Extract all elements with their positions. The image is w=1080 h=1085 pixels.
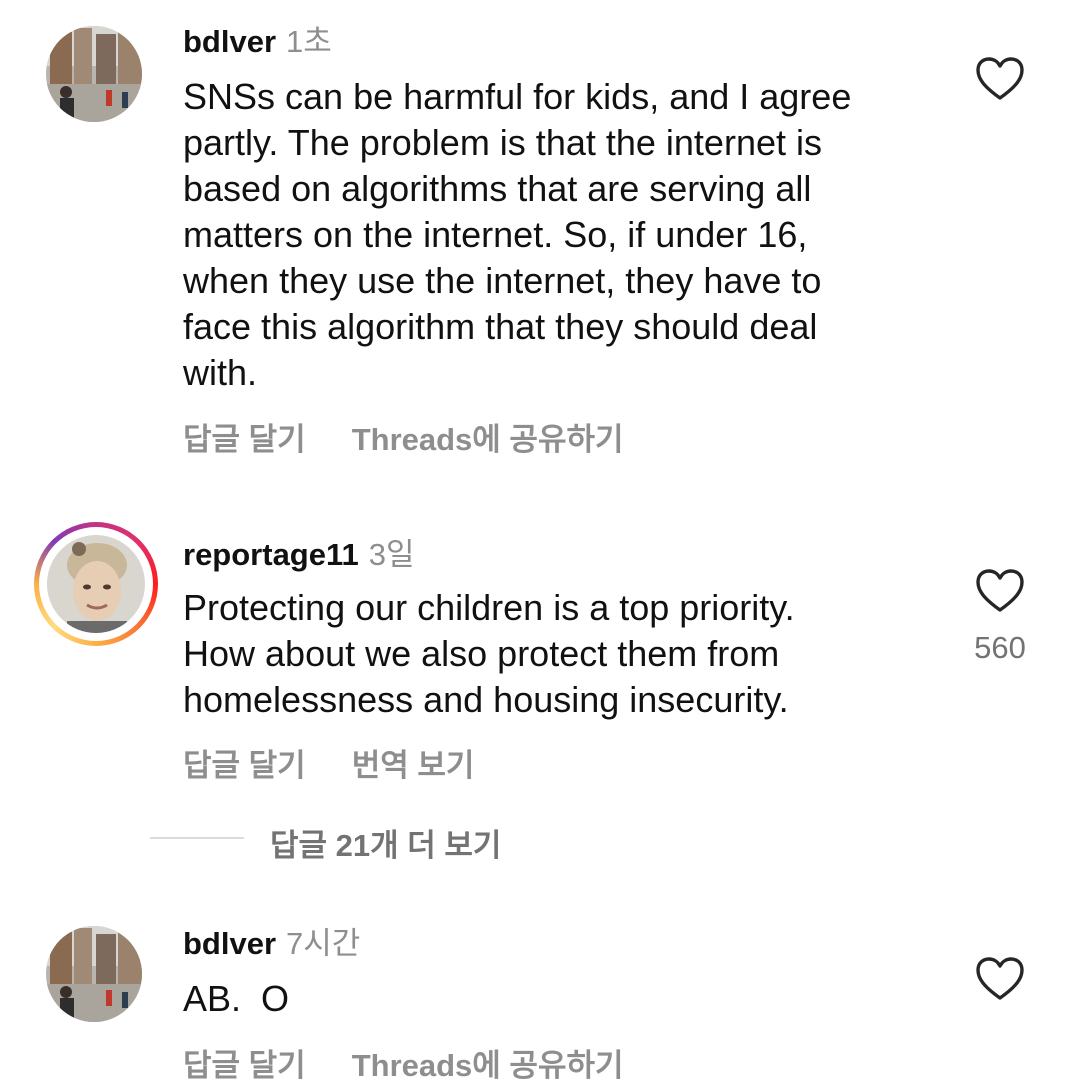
share-threads-button[interactable]: Threads에 공유하기 — [352, 1048, 624, 1083]
reply-button[interactable]: 답글 달기 — [183, 1048, 306, 1083]
username[interactable]: bdlver — [183, 926, 276, 961]
comment-line: AB. O — [183, 978, 290, 1019]
timestamp: 7시간 — [286, 926, 361, 961]
comment-actions: 답글 달기 Threads에 공유하기 — [183, 1040, 624, 1085]
avatar[interactable] — [46, 926, 142, 1022]
comment-text: AB. O — [183, 976, 943, 1022]
comment-header: bdlver 7시간 — [183, 918, 360, 963]
heart-outline-icon[interactable] — [975, 956, 1025, 1002]
comment-item: bdlver 7시간 AB. O 답글 달기 Threads에 공유하기 — [0, 0, 1080, 1083]
street-photo-avatar-icon — [46, 926, 142, 1022]
